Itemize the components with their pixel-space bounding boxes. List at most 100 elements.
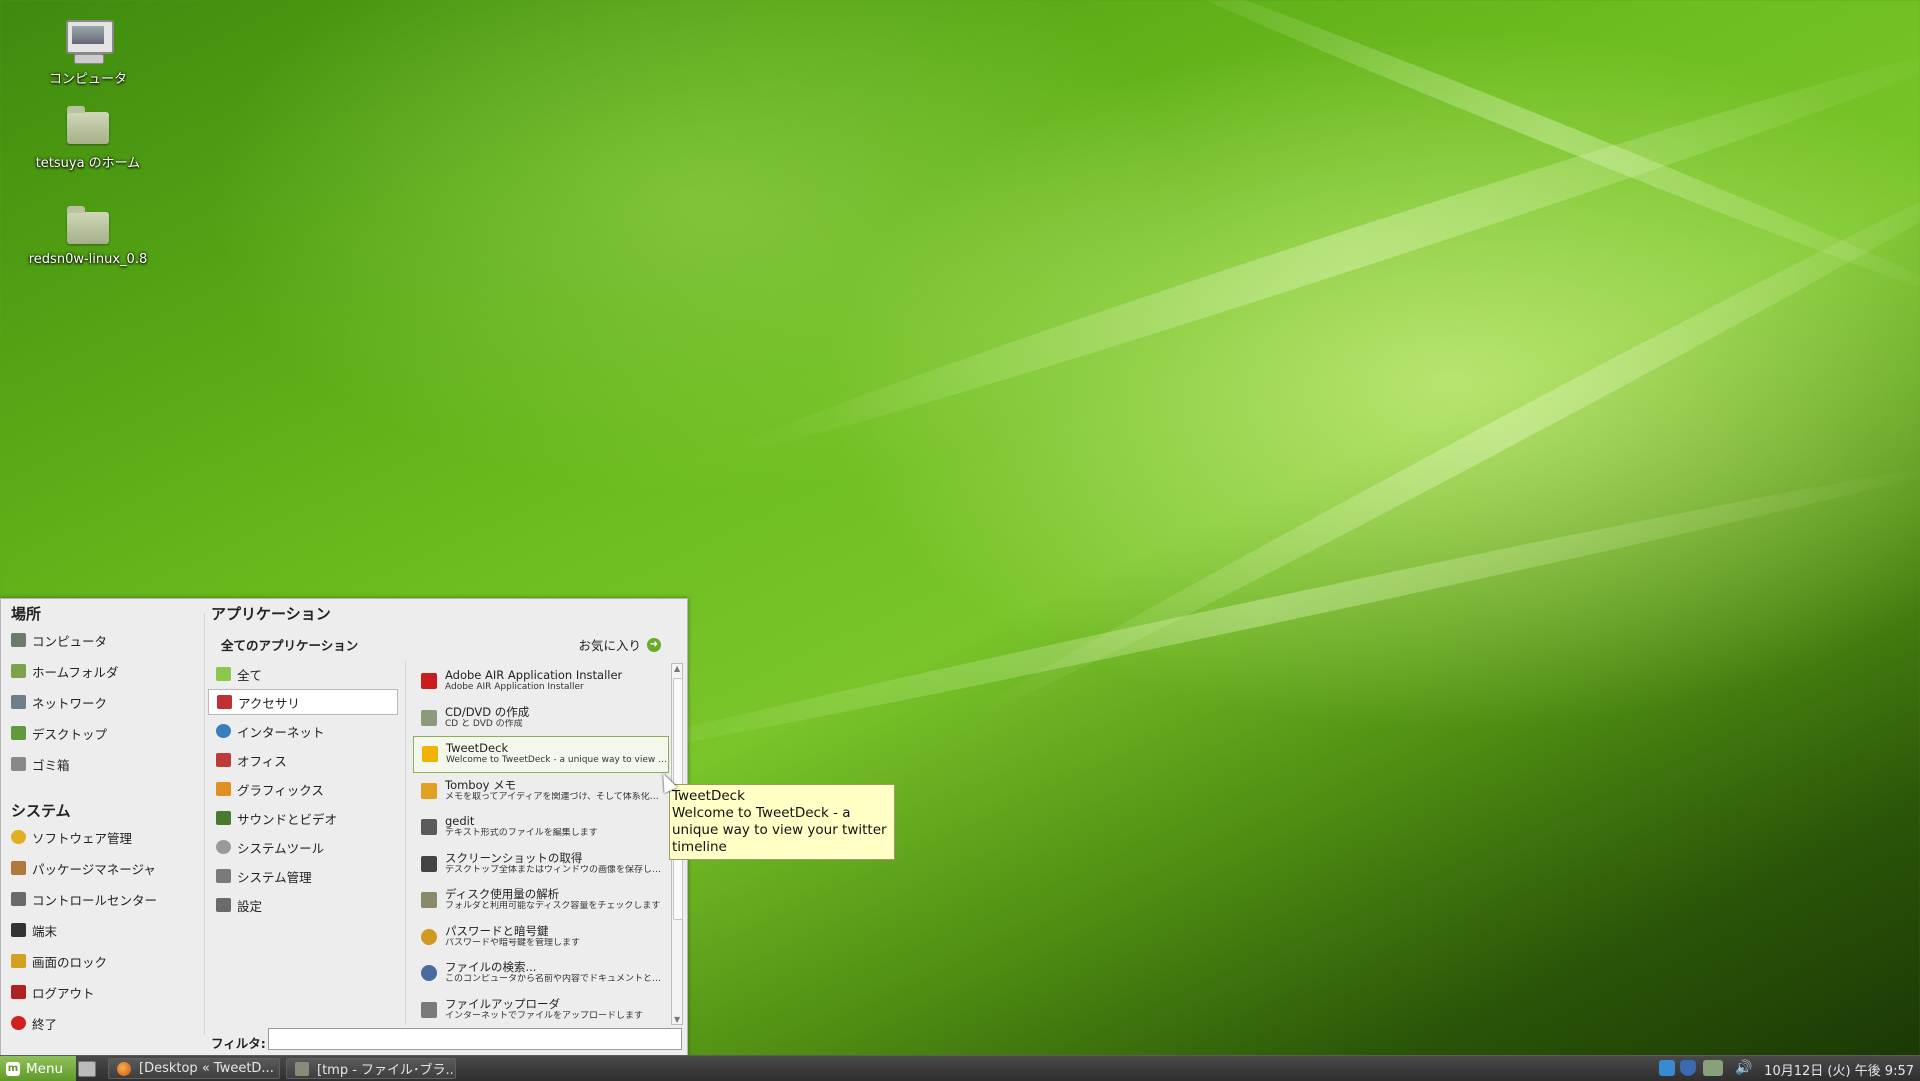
file-uploader-icon bbox=[421, 1001, 437, 1018]
tweetdeck-icon bbox=[422, 746, 438, 763]
favorites-button[interactable]: お気に入り ➜ bbox=[578, 635, 661, 654]
system-control-center[interactable]: コントロールセンター bbox=[11, 887, 157, 911]
app-file-uploader[interactable]: ファイルアップローダ インターネットでファイルをアップロードします bbox=[413, 992, 669, 1027]
place-trash[interactable]: ゴミ箱 bbox=[11, 752, 70, 776]
app-search-files[interactable]: ファイルの検索...このコンピュータから名前や内容でドキュメントとフォルダ... bbox=[413, 955, 669, 992]
place-label: ホームフォルダ bbox=[32, 664, 119, 680]
category-accessories[interactable]: アクセサリ bbox=[208, 689, 398, 715]
menu-divider bbox=[204, 613, 205, 1035]
terminal-icon bbox=[11, 923, 26, 937]
category-label: 設定 bbox=[237, 898, 263, 914]
app-name: Adobe AIR Application Installer bbox=[445, 668, 623, 683]
gedit-icon bbox=[421, 819, 437, 836]
scroll-down-icon[interactable]: ▼ bbox=[674, 1015, 680, 1024]
app-name: ファイルアップローダ bbox=[445, 996, 560, 1011]
taskbar: m Menu [Desktop « TweetD... [tmp - ファイル･ブ… bbox=[0, 1055, 1920, 1081]
scroll-up-icon[interactable]: ▲ bbox=[674, 664, 680, 673]
system-label: ソフトウェア管理 bbox=[32, 830, 133, 846]
category-graphics[interactable]: グラフィックス bbox=[208, 776, 398, 802]
menu-button[interactable]: m Menu bbox=[0, 1056, 76, 1081]
system-package-manager[interactable]: パッケージマネージャ bbox=[11, 856, 156, 880]
applications-title: アプリケーション bbox=[211, 605, 331, 623]
all-icon bbox=[216, 667, 231, 681]
category-system-admin[interactable]: システム管理 bbox=[208, 863, 398, 889]
category-divider bbox=[405, 661, 406, 1025]
category-system-tools[interactable]: システムツール bbox=[208, 834, 398, 860]
system-terminal[interactable]: 端末 bbox=[11, 918, 57, 942]
settings-icon bbox=[216, 898, 231, 912]
place-label: ネットワーク bbox=[32, 695, 108, 711]
place-desktop[interactable]: デスクトップ bbox=[11, 721, 107, 745]
system-shutdown[interactable]: 終了 bbox=[11, 1011, 57, 1035]
app-name: ディスク使用量の解析 bbox=[445, 887, 560, 902]
category-label: 全て bbox=[237, 667, 263, 683]
app-tweetdeck[interactable]: TweetDeck Welcome to TweetDeck - a unique… bbox=[413, 736, 669, 773]
system-label: 終了 bbox=[32, 1016, 58, 1032]
system-label: パッケージマネージャ bbox=[32, 861, 156, 877]
category-label: アクセサリ bbox=[238, 695, 300, 711]
shield-update-icon[interactable] bbox=[1680, 1060, 1696, 1076]
place-label: コンピュータ bbox=[32, 633, 108, 649]
place-network[interactable]: ネットワーク bbox=[11, 690, 107, 714]
package-manager-icon bbox=[11, 861, 26, 875]
category-label: オフィス bbox=[237, 753, 287, 769]
category-office[interactable]: オフィス bbox=[208, 747, 398, 773]
filter-input[interactable] bbox=[268, 1028, 682, 1050]
trash-icon bbox=[11, 757, 26, 771]
desktop-icon-redsn0w[interactable]: redsn0w-linux_0.8 bbox=[18, 204, 158, 267]
desktop-icon-computer[interactable]: コンピュータ bbox=[18, 20, 158, 87]
accessories-icon bbox=[217, 695, 232, 709]
app-cd-dvd[interactable]: CD/DVD の作成 CD と DVD の作成 bbox=[413, 700, 669, 737]
category-internet[interactable]: インターネット bbox=[208, 718, 398, 744]
category-all[interactable]: 全て bbox=[208, 661, 398, 687]
app-description: パスワードや暗号鍵を管理します bbox=[445, 937, 581, 948]
desktop-icon-label: コンピュータ bbox=[48, 72, 127, 87]
category-label: インターネット bbox=[237, 724, 325, 740]
search-files-icon bbox=[421, 965, 437, 982]
home-icon bbox=[11, 664, 26, 678]
volume-icon[interactable]: 🔊 bbox=[1735, 1060, 1752, 1076]
desktop-icon-label: redsn0w-linux_0.8 bbox=[28, 252, 148, 267]
firefox-icon bbox=[117, 1061, 131, 1076]
system-logout[interactable]: ログアウト bbox=[11, 980, 95, 1004]
system-lock-screen[interactable]: 画面のロック bbox=[11, 949, 107, 973]
places-title: 場所 bbox=[11, 605, 42, 623]
category-label: グラフィックス bbox=[237, 782, 324, 798]
computer-icon bbox=[11, 633, 26, 647]
system-software-manager[interactable]: ソフトウェア管理 bbox=[11, 825, 132, 849]
task-label: [Desktop « TweetD... bbox=[139, 1061, 274, 1076]
app-description: テキスト形式のファイルを編集します bbox=[445, 828, 598, 839]
clock[interactable]: 10月12日 (火) 午後 9:57 bbox=[1764, 1060, 1914, 1079]
category-label: システム管理 bbox=[237, 869, 312, 885]
app-name: スクリーンショットの取得 bbox=[445, 850, 583, 865]
desktop-icon bbox=[11, 726, 26, 740]
start-menu: 場所 コンピュータ ホームフォルダ ネットワーク デスクトップ ゴミ箱 システム… bbox=[0, 598, 688, 1056]
app-description: デスクトップ全体またはウィンドウの画像を保存します bbox=[445, 864, 667, 875]
app-passwords-keys[interactable]: パスワードと暗号鍵 パスワードや暗号鍵を管理します bbox=[413, 919, 669, 956]
task-firefox[interactable]: [Desktop « TweetD... bbox=[108, 1058, 280, 1079]
internet-icon bbox=[216, 724, 231, 738]
app-gedit[interactable]: gedit テキスト形式のファイルを編集します bbox=[413, 809, 669, 846]
application-list: Adobe AIR Application Installer Adobe AIR… bbox=[413, 663, 669, 1026]
place-computer[interactable]: コンピュータ bbox=[11, 628, 107, 652]
dropbox-icon[interactable] bbox=[1659, 1060, 1675, 1076]
desktop-icon-label: tetsuya のホーム bbox=[35, 156, 141, 171]
app-name: CD/DVD の作成 bbox=[445, 704, 530, 719]
tweetdeck-tooltip: TweetDeck Welcome to TweetDeck - a uniqu… bbox=[669, 784, 895, 860]
software-manager-icon bbox=[11, 830, 26, 844]
system-admin-icon bbox=[216, 869, 231, 883]
category-sound-video[interactable]: サウンドとビデオ bbox=[208, 805, 398, 831]
task-file-browser[interactable]: [tmp - ファイル･ブラ... bbox=[286, 1058, 456, 1079]
file-browser-icon bbox=[295, 1061, 309, 1076]
app-disk-usage[interactable]: ディスク使用量の解析 フォルダと利用可能なディスク容量をチェックします bbox=[413, 882, 669, 919]
app-description: CD と DVD の作成 bbox=[445, 718, 523, 729]
show-desktop-icon[interactable] bbox=[78, 1061, 96, 1077]
app-tomboy[interactable]: Tomboy メモ メモを取ってアイディアを関連づけ、そして体系化します bbox=[413, 773, 669, 810]
filter-label: フィルタ: bbox=[211, 1036, 266, 1051]
app-adobe-air-installer[interactable]: Adobe AIR Application Installer Adobe AIR… bbox=[413, 663, 669, 700]
place-home[interactable]: ホームフォルダ bbox=[11, 659, 118, 683]
category-settings[interactable]: 設定 bbox=[208, 892, 398, 918]
app-screenshot[interactable]: スクリーンショットの取得 デスクトップ全体またはウィンドウの画像を保存します bbox=[413, 846, 669, 883]
desktop-icon-home[interactable]: tetsuya のホーム bbox=[18, 104, 158, 171]
network-status-icon[interactable] bbox=[1703, 1060, 1723, 1076]
